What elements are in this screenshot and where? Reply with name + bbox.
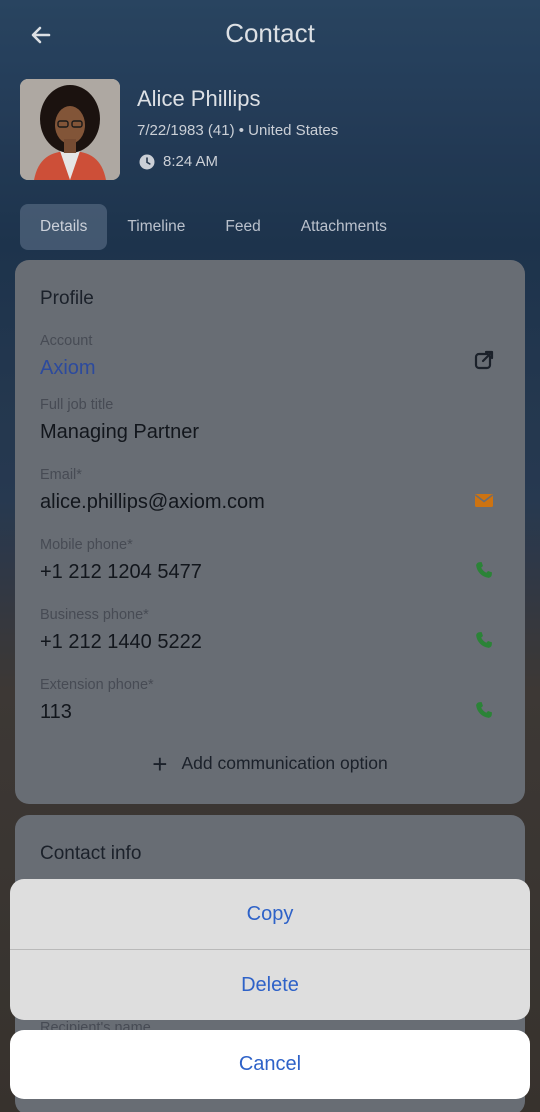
- cancel-button[interactable]: Cancel: [10, 1030, 530, 1099]
- delete-button[interactable]: Delete: [10, 950, 530, 1020]
- cancel-sheet: Cancel: [10, 1030, 530, 1099]
- contact-screen: Contact Alice Phillips 7/22/1983 (41) • …: [0, 0, 540, 1112]
- copy-button[interactable]: Copy: [10, 879, 530, 949]
- action-sheet: Copy Delete: [10, 879, 530, 1020]
